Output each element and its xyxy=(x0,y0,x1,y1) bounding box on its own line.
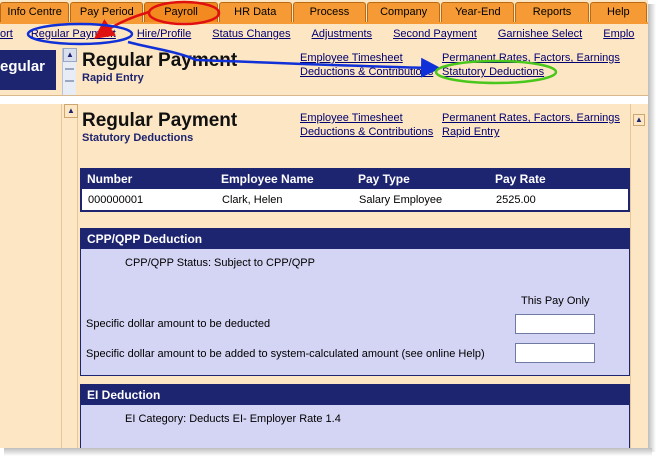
tab-process[interactable]: Process xyxy=(292,2,367,22)
employee-table-header: Number Employee Name Pay Type Pay Rate xyxy=(81,169,629,189)
link-deductions-contributions[interactable]: Deductions & Contributions xyxy=(300,125,433,139)
ei-heading: EI Deduction xyxy=(81,385,629,405)
deducted-amount-input[interactable] xyxy=(515,314,595,334)
cpp-qpp-panel: CPP/QPP Deduction CPP/QPP Status: Subjec… xyxy=(80,228,630,376)
scroll-up-icon[interactable]: ▲ xyxy=(633,114,645,126)
scroll-up-icon[interactable]: ▲ xyxy=(63,48,77,62)
tab-help[interactable]: Help xyxy=(589,2,648,22)
top-screenshot-fragment: Info Centre Pay Period Payroll HR Data P… xyxy=(0,0,648,96)
link-deductions-contributions[interactable]: Deductions & Contributions xyxy=(300,65,433,79)
cell-number: 000000001 xyxy=(88,193,144,206)
right-scrollbar[interactable]: ▲ xyxy=(630,104,648,448)
fragment-links-col2: Permanent Rates, Factors, Earnings Statu… xyxy=(442,51,620,79)
subnav-regular-payment[interactable]: Regular Payment xyxy=(31,28,116,40)
link-permanent-rates[interactable]: Permanent Rates, Factors, Earnings xyxy=(442,51,620,65)
tab-hr-data[interactable]: HR Data xyxy=(218,2,292,22)
deducted-amount-label: Specific dollar amount to be deducted xyxy=(86,318,271,330)
cell-pay-rate: 2525.00 xyxy=(496,193,536,206)
vertical-scrollbar[interactable]: ▲ xyxy=(62,48,77,95)
header-pay-rate: Pay Rate xyxy=(495,172,546,186)
page-shadow-right xyxy=(648,4,656,452)
scroll-thumb[interactable] xyxy=(65,68,74,82)
fragment-gap xyxy=(0,96,656,104)
cell-pay-type: Salary Employee xyxy=(359,193,443,206)
subnav-second-payment[interactable]: Second Payment xyxy=(393,28,477,40)
fragment-page-title: Regular Payment xyxy=(82,50,238,71)
link-statutory-deductions[interactable]: Statutory Deductions xyxy=(442,65,620,79)
table-row: 000000001 Clark, Helen Salary Employee 2… xyxy=(81,189,629,211)
tab-reports[interactable]: Reports xyxy=(515,2,589,22)
subnav-garnishee-select[interactable]: Garnishee Select xyxy=(498,28,582,40)
tab-info-centre[interactable]: Info Centre xyxy=(0,2,70,22)
subnav-report[interactable]: ort xyxy=(0,28,13,40)
links-col1: Employee Timesheet Deductions & Contribu… xyxy=(300,111,433,139)
tab-company[interactable]: Company xyxy=(367,2,441,22)
subnav-hire-profile[interactable]: Hire/Profile xyxy=(137,28,191,40)
tab-year-end[interactable]: Year-End xyxy=(441,2,515,22)
cpp-qpp-heading: CPP/QPP Deduction xyxy=(81,229,629,249)
main-tab-bar: Info Centre Pay Period Payroll HR Data P… xyxy=(0,2,648,22)
fragment-page-subtitle: Rapid Entry xyxy=(82,72,144,84)
scroll-up-icon[interactable]: ▲ xyxy=(64,104,78,118)
added-amount-input[interactable] xyxy=(515,343,595,363)
subnav-adjustments[interactable]: Adjustments xyxy=(312,28,373,40)
tab-pay-period[interactable]: Pay Period xyxy=(70,2,144,22)
ei-category-text: EI Category: Deducts EI- Employer Rate 1… xyxy=(125,413,341,425)
header-employee-name: Employee Name xyxy=(221,172,314,186)
cpp-status-text: CPP/QPP Status: Subject to CPP/QPP xyxy=(125,257,315,269)
link-rapid-entry[interactable]: Rapid Entry xyxy=(442,125,620,139)
page-subtitle: Statutory Deductions xyxy=(82,132,194,144)
left-title-fragment: egular xyxy=(0,50,56,90)
left-scrollbar[interactable]: ▲ xyxy=(64,104,78,448)
fragment-links-col1: Employee Timesheet Deductions & Contribu… xyxy=(300,51,433,79)
this-pay-only-label: This Pay Only xyxy=(521,295,590,307)
cell-employee-name: Clark, Helen xyxy=(222,193,283,206)
header-number: Number xyxy=(87,172,133,186)
payroll-subnav: ort Regular Payment Hire/Profile Status … xyxy=(0,22,648,44)
statutory-deductions-screen: ▲ ▲ Regular Payment Statutory Deductions… xyxy=(0,104,648,448)
header-pay-type: Pay Type xyxy=(358,172,410,186)
link-employee-timesheet[interactable]: Employee Timesheet xyxy=(300,111,433,125)
link-employee-timesheet[interactable]: Employee Timesheet xyxy=(300,51,433,65)
page-title: Regular Payment xyxy=(82,110,238,131)
ei-panel: EI Deduction EI Category: Deducts EI- Em… xyxy=(80,384,630,448)
employee-table: Number Employee Name Pay Type Pay Rate 0… xyxy=(80,168,630,212)
subnav-employee[interactable]: Emplo xyxy=(603,28,634,40)
page-shadow-bottom xyxy=(4,448,652,456)
link-permanent-rates[interactable]: Permanent Rates, Factors, Earnings xyxy=(442,111,620,125)
tab-payroll[interactable]: Payroll xyxy=(144,2,218,22)
subnav-status-changes[interactable]: Status Changes xyxy=(212,28,290,40)
links-col2: Permanent Rates, Factors, Earnings Rapid… xyxy=(442,111,620,139)
added-amount-label: Specific dollar amount to be added to sy… xyxy=(86,348,485,360)
left-panel-strip xyxy=(0,104,62,448)
